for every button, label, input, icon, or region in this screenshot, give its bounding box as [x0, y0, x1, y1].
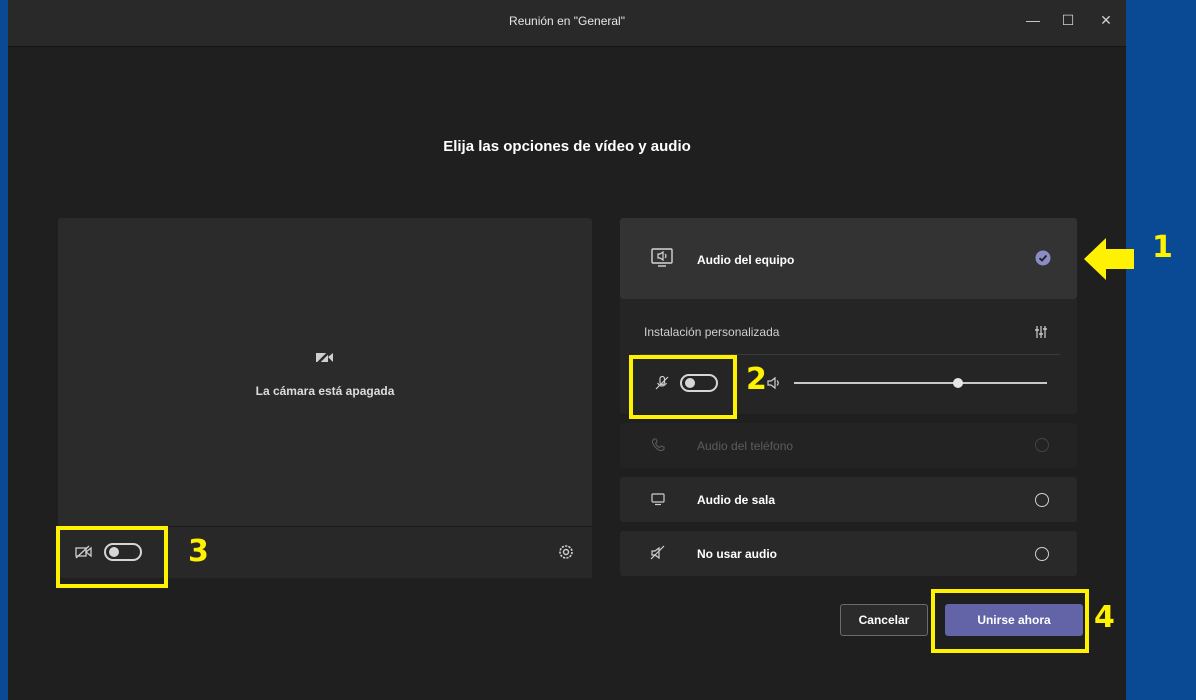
title-bar: Reunión en "General" — ☐ ✕ [8, 0, 1126, 47]
annotation-3: 3 [188, 534, 209, 569]
camera-off-icon [316, 349, 333, 365]
annotation-4: 4 [1094, 600, 1115, 635]
option-no-audio[interactable]: No usar audio [620, 531, 1077, 576]
speaker-icon [767, 376, 779, 390]
room-audio-radio[interactable] [1035, 493, 1049, 507]
room-audio-label: Audio de sala [697, 493, 776, 507]
page-title: Elija las opciones de vídeo y audio [443, 138, 691, 155]
phone-audio-radio [1035, 438, 1049, 452]
highlight-camera [56, 526, 168, 588]
volume-slider[interactable] [794, 378, 1047, 388]
no-audio-radio[interactable] [1035, 547, 1049, 561]
camera-off-text: La cámara está apagada [255, 384, 395, 398]
monitor-icon [651, 493, 665, 506]
maximize-button[interactable]: ☐ [1057, 12, 1079, 29]
no-audio-label: No usar audio [697, 547, 778, 561]
equalizer-icon[interactable] [1034, 325, 1048, 339]
speaker-off-icon [650, 545, 665, 560]
phone-audio-label: Audio del teléfono [697, 439, 794, 453]
checkmark-icon [1035, 250, 1051, 266]
window-title: Reunión en "General" [509, 14, 625, 28]
computer-speaker-icon [651, 248, 673, 267]
phone-icon [651, 438, 665, 452]
option-room-audio[interactable]: Audio de sala [620, 477, 1077, 522]
option-computer-audio[interactable]: Audio del equipo [620, 218, 1077, 299]
gear-icon[interactable] [558, 544, 574, 560]
arrow-left-icon [1084, 238, 1134, 280]
highlight-microphone [629, 355, 737, 419]
volume-slider-thumb[interactable] [953, 378, 964, 388]
annotation-1: 1 [1152, 230, 1173, 265]
close-button[interactable]: ✕ [1095, 12, 1117, 29]
computer-audio-label: Audio del equipo [697, 253, 795, 267]
annotation-2: 2 [746, 362, 767, 397]
custom-setup-label: Instalación personalizada [644, 325, 780, 339]
option-phone-audio: Audio del teléfono [620, 423, 1077, 468]
video-preview: La cámara está apagada [58, 218, 592, 578]
cancel-button[interactable]: Cancelar [840, 604, 928, 636]
minimize-button[interactable]: — [1022, 12, 1044, 28]
highlight-join-button [931, 589, 1089, 653]
